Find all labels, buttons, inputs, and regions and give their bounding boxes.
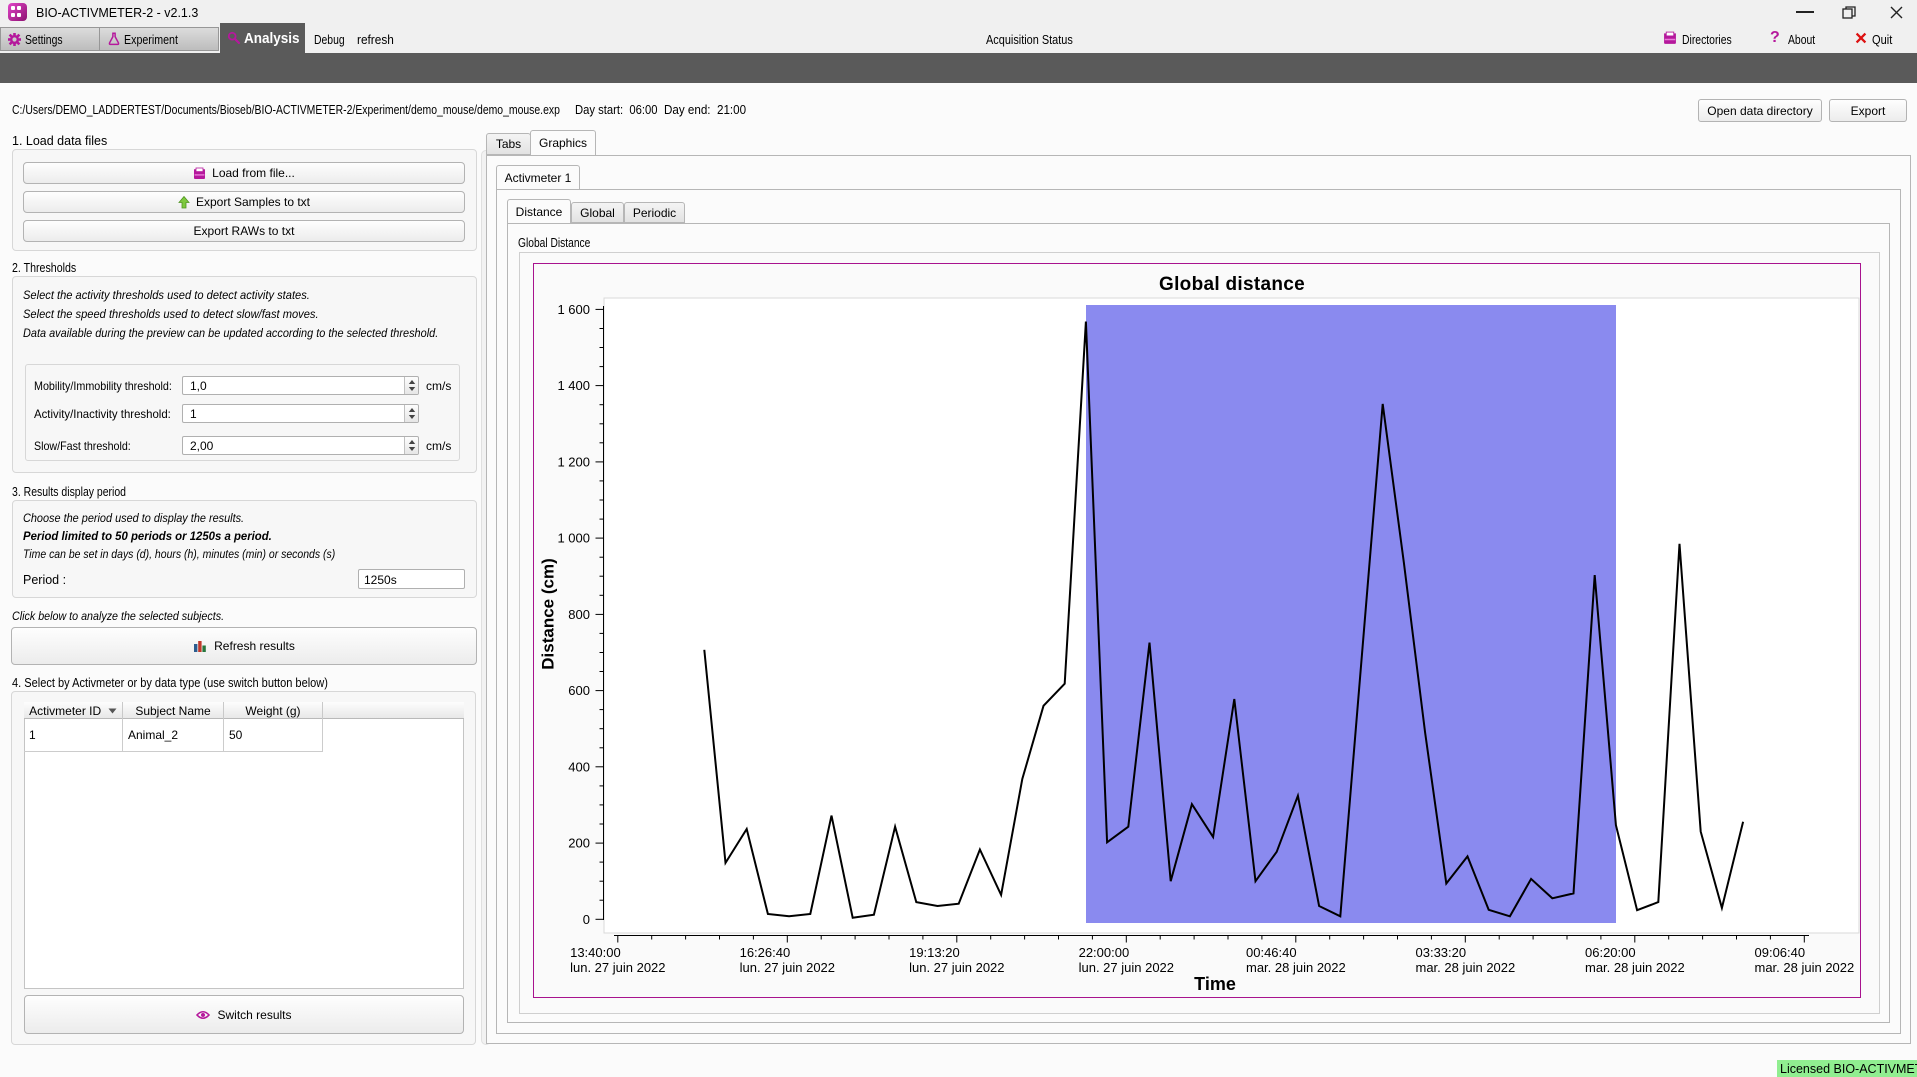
svg-text:06:20:00: 06:20:00: [1585, 945, 1636, 960]
svg-text:00:46:40: 00:46:40: [1246, 945, 1297, 960]
svg-text:Distance (cm): Distance (cm): [539, 558, 558, 669]
svg-text:16:26:40: 16:26:40: [740, 945, 791, 960]
svg-text:lun. 27 juin 2022: lun. 27 juin 2022: [570, 960, 665, 975]
svg-text:1 200: 1 200: [557, 454, 590, 469]
svg-text:0: 0: [583, 912, 590, 927]
svg-text:03:33:20: 03:33:20: [1416, 945, 1467, 960]
svg-text:lun. 27 juin 2022: lun. 27 juin 2022: [1079, 960, 1174, 975]
svg-text:1 000: 1 000: [557, 531, 590, 546]
svg-text:200: 200: [568, 836, 590, 851]
svg-text:Global distance: Global distance: [1159, 274, 1305, 295]
svg-text:mar. 28 juin 2022: mar. 28 juin 2022: [1585, 960, 1685, 975]
svg-text:1 400: 1 400: [557, 378, 590, 393]
svg-text:22:00:00: 22:00:00: [1079, 945, 1130, 960]
svg-text:mar. 28 juin 2022: mar. 28 juin 2022: [1416, 960, 1516, 975]
svg-text:13:40:00: 13:40:00: [570, 945, 621, 960]
svg-text:mar. 28 juin 2022: mar. 28 juin 2022: [1755, 960, 1855, 975]
svg-text:1 600: 1 600: [557, 302, 590, 317]
svg-text:400: 400: [568, 759, 590, 774]
svg-text:600: 600: [568, 683, 590, 698]
svg-text:lun. 27 juin 2022: lun. 27 juin 2022: [909, 960, 1004, 975]
svg-text:800: 800: [568, 607, 590, 622]
svg-text:09:06:40: 09:06:40: [1755, 945, 1806, 960]
svg-text:mar. 28 juin 2022: mar. 28 juin 2022: [1246, 960, 1346, 975]
svg-text:Time: Time: [1194, 974, 1236, 994]
svg-text:lun. 27 juin 2022: lun. 27 juin 2022: [740, 960, 835, 975]
svg-text:19:13:20: 19:13:20: [909, 945, 960, 960]
